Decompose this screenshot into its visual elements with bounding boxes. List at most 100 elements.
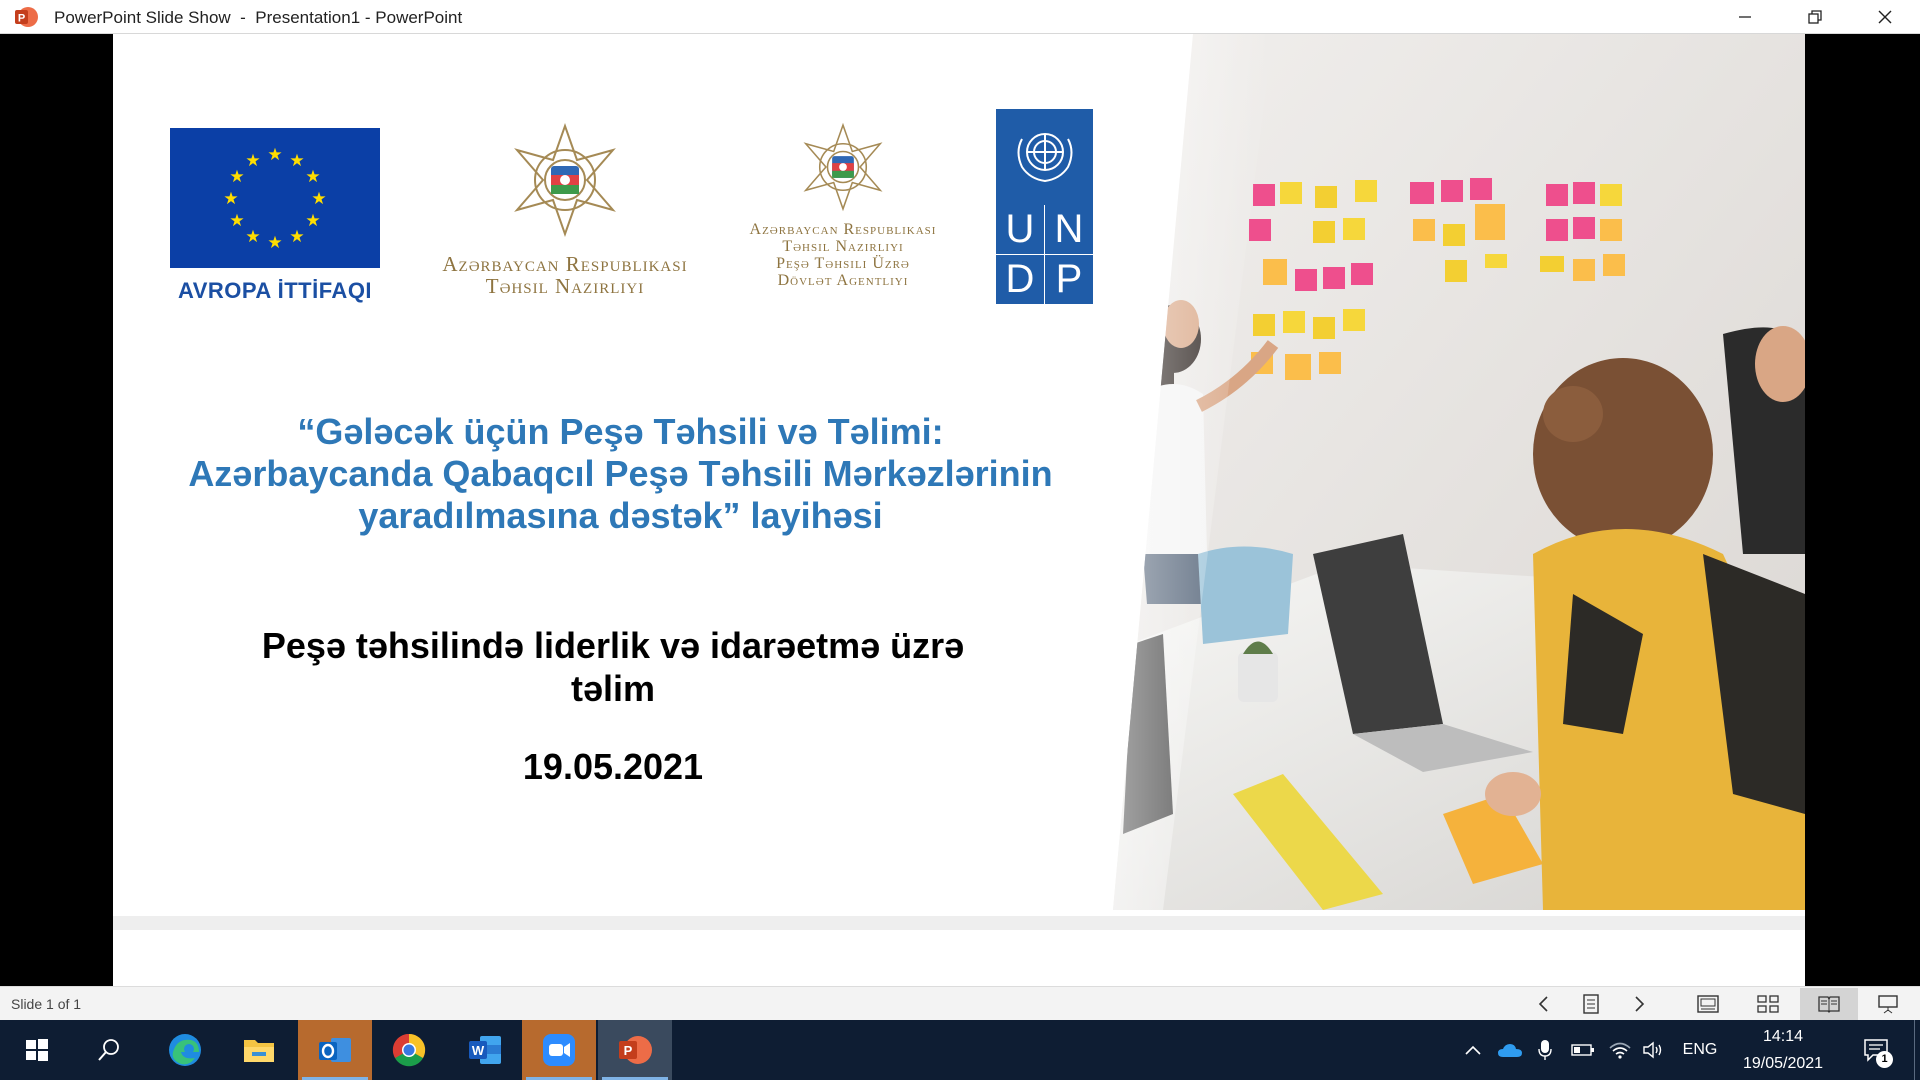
ministry-label-line: Azərbaycan Respublikası [442, 252, 688, 276]
taskbar-file-explorer[interactable] [222, 1020, 296, 1080]
microphone-button[interactable] [1530, 1020, 1560, 1080]
headline-line: yaradılmasına dəstək” layihəsi [358, 495, 883, 536]
normal-view-button[interactable] [1688, 990, 1728, 1018]
subtitle-line: Peşə təhsilində liderlik və idarəetmə üz… [261, 625, 965, 666]
clock-date: 19/05/2021 [1742, 1055, 1824, 1072]
svg-text:★: ★ [245, 151, 260, 171]
svg-text:P: P [624, 1043, 633, 1058]
svg-text:★: ★ [289, 227, 304, 247]
title-bar: P PowerPoint Slide Show - Presentation1 … [0, 0, 1920, 34]
slide-sorter-button[interactable] [1748, 990, 1788, 1018]
minimize-button[interactable] [1710, 0, 1780, 33]
outlook-icon [319, 1038, 351, 1062]
chrome-icon [392, 1033, 426, 1067]
volume-icon [1643, 1041, 1662, 1059]
svg-text:★: ★ [245, 227, 260, 247]
file-explorer-icon [244, 1040, 274, 1062]
slide-subtitle: Peşə təhsilində liderlik və idarəetmə üz… [203, 624, 1023, 710]
windows-taskbar: W P ENG 14:14 19/05/2021 1 [0, 1020, 1920, 1080]
undp-letter: D [1005, 257, 1035, 301]
close-icon [1878, 10, 1892, 23]
svg-text:★: ★ [223, 189, 238, 209]
ministry-of-education-logo: Azərbaycan Respublikası Təhsil Nazirliyi [420, 122, 710, 297]
slide-sorter-icon [1757, 995, 1779, 1013]
svg-text:P: P [18, 13, 25, 25]
action-center-button[interactable]: 1 [1852, 1020, 1900, 1080]
taskbar-powerpoint[interactable]: P [598, 1020, 672, 1080]
edge-icon [169, 1034, 201, 1066]
ministry-emblem-icon [514, 122, 616, 238]
subtitle-line: təlim [570, 668, 656, 709]
start-button[interactable] [0, 1020, 74, 1080]
slideshow-button[interactable] [1868, 990, 1908, 1018]
window-title: PowerPoint Slide Show - Presentation1 - … [54, 8, 463, 27]
restore-button[interactable] [1780, 0, 1850, 33]
volume-button[interactable] [1638, 1020, 1670, 1080]
undp-divider [1044, 205, 1045, 304]
minimize-icon [1739, 15, 1751, 18]
svg-text:★: ★ [229, 211, 244, 231]
svg-text:★: ★ [267, 233, 282, 253]
agency-label-line: Peşə Təhsili Üzrə [776, 255, 910, 272]
taskbar-outlook[interactable] [298, 1020, 372, 1080]
word-icon: W [469, 1036, 501, 1064]
un-emblem-icon [1017, 133, 1073, 183]
onedrive-icon [1498, 1044, 1522, 1057]
battery-icon [1571, 1044, 1594, 1056]
slide-bottom-strip [113, 916, 1805, 930]
onedrive-button[interactable] [1494, 1020, 1526, 1080]
ministry-label-line: Təhsil Nazirliyi [485, 274, 645, 298]
taskbar-word[interactable]: W [448, 1020, 522, 1080]
slideshow-stage: ★★★★ ★★★★ ★★★★ AVROPA İTTİFAQI [0, 34, 1920, 986]
slide[interactable]: ★★★★ ★★★★ ★★★★ AVROPA İTTİFAQI [113, 34, 1805, 986]
svg-text:★: ★ [267, 145, 282, 165]
slideshow-status-bar: Slide 1 of 1 [0, 986, 1920, 1020]
taskbar-zoom[interactable] [522, 1020, 596, 1080]
input-language-button[interactable]: ENG [1676, 1020, 1724, 1080]
previous-slide-button[interactable] [1524, 990, 1564, 1018]
search-button[interactable] [72, 1020, 146, 1080]
agency-emblem-icon [803, 122, 883, 212]
clock-time: 14:14 [1762, 1028, 1804, 1045]
network-button[interactable] [1604, 1020, 1636, 1080]
agency-label-line: Azərbaycan Respublikası [749, 221, 937, 238]
normal-view-icon [1697, 995, 1719, 1013]
powerpoint-icon: P [15, 7, 38, 27]
chevron-left-icon [1538, 996, 1548, 1012]
svg-text:★: ★ [305, 211, 320, 231]
undp-letter: N [1054, 207, 1084, 251]
svg-text:★: ★ [289, 151, 304, 171]
microphone-icon [1538, 1040, 1552, 1060]
search-icon [98, 1039, 119, 1061]
windows-start-icon [26, 1039, 48, 1061]
chevron-right-icon [1635, 996, 1645, 1012]
undp-letter: U [1005, 207, 1035, 251]
svg-text:★: ★ [311, 189, 326, 209]
reading-view-button[interactable] [1800, 988, 1858, 1020]
eu-logo: ★ ★ ★ ★ ★ ★ ★ ★ ★ ★ ★ ★ AVROPA İTTİFAQI [170, 128, 380, 304]
slide-counter: Slide 1 of 1 [11, 996, 82, 1012]
clock-button[interactable]: 14:14 19/05/2021 [1728, 1020, 1838, 1080]
close-button[interactable] [1850, 0, 1920, 33]
slideshow-icon [1878, 995, 1898, 1014]
notification-count-badge: 1 [1876, 1051, 1893, 1068]
agency-label-line: Dövlət Agentliyi [777, 272, 909, 289]
slide-headline: “Gələcək üçün Peşə Təhsili və Təlimi: Az… [113, 411, 1128, 537]
next-slide-button[interactable] [1619, 990, 1659, 1018]
svg-text:W: W [472, 1043, 485, 1058]
show-hidden-icons-button[interactable] [1458, 1020, 1488, 1080]
slide-menu-icon [1583, 994, 1599, 1014]
battery-button[interactable] [1566, 1020, 1600, 1080]
eu-label: AVROPA İTTİFAQI [177, 278, 373, 303]
zoom-icon [543, 1034, 575, 1066]
vocational-agency-logo: Azərbaycan Respublikası Təhsil Nazirliyi… [723, 122, 963, 289]
taskbar-edge[interactable] [148, 1020, 222, 1080]
svg-text:★: ★ [229, 167, 244, 187]
chevron-up-icon [1465, 1045, 1481, 1055]
taskbar-chrome[interactable] [372, 1020, 446, 1080]
show-desktop-button[interactable] [1914, 1020, 1920, 1080]
undp-logo: U N D P [996, 109, 1093, 304]
powerpoint-icon: P [619, 1036, 652, 1064]
headline-line: “Gələcək üçün Peşə Təhsili və Təlimi: [297, 411, 944, 452]
slide-menu-button[interactable] [1571, 990, 1611, 1018]
